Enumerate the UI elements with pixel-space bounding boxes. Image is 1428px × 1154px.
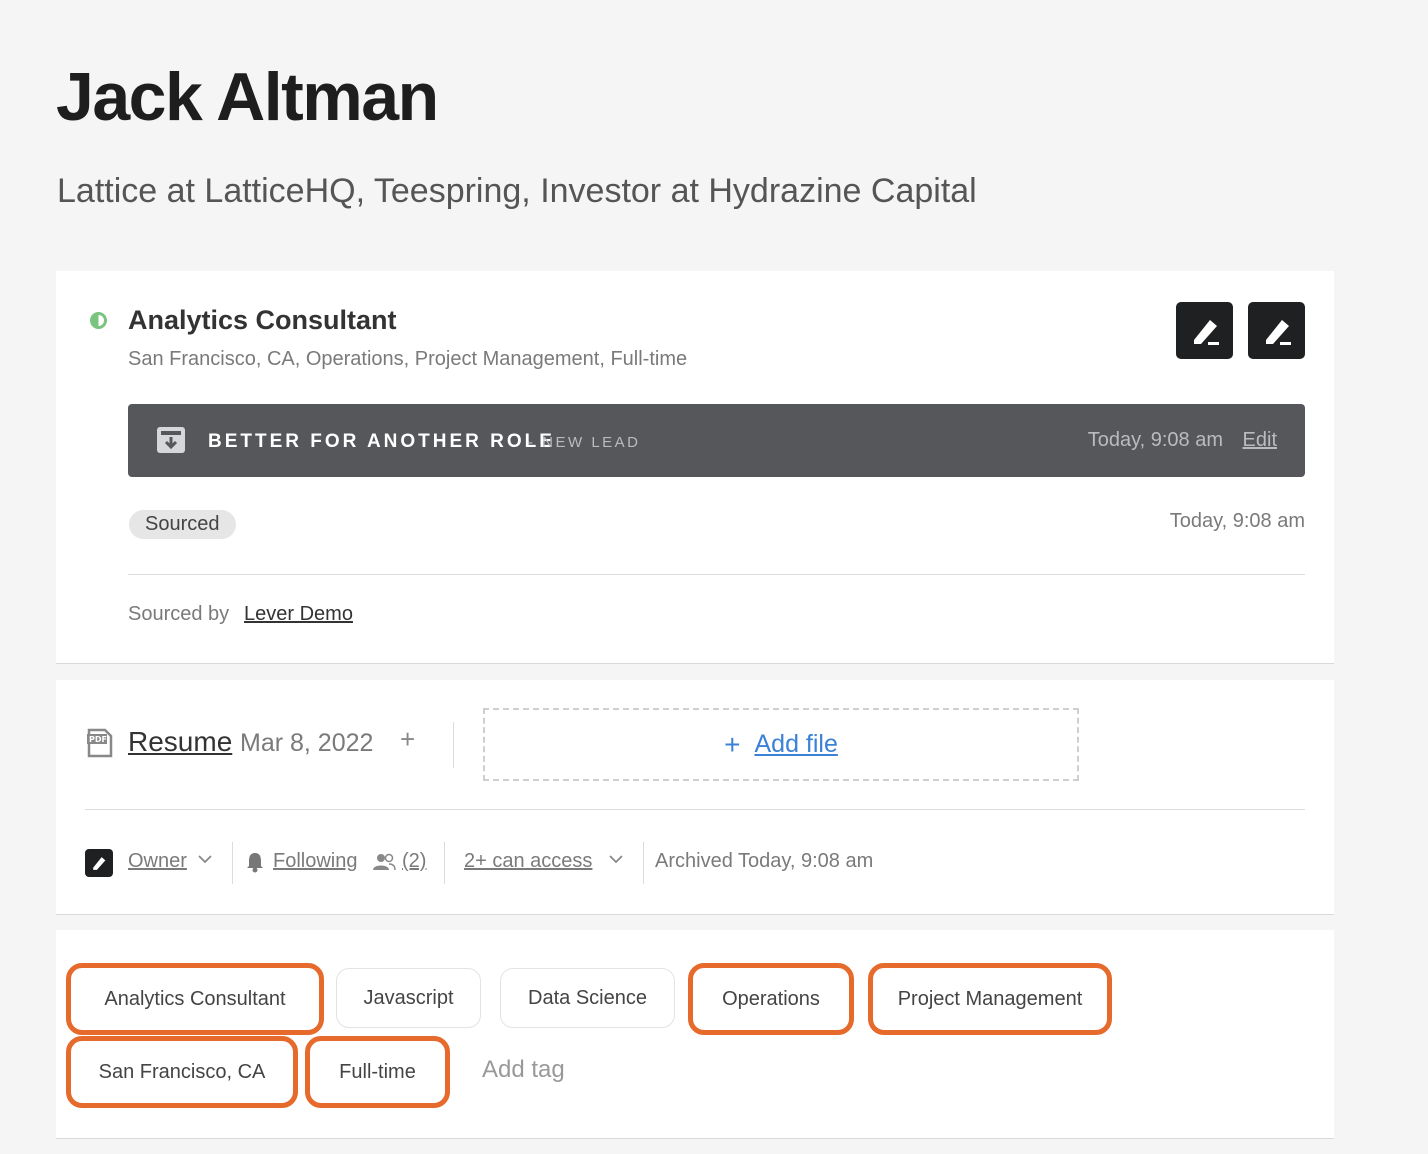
files-card: PDF Resume Mar 8, 2022 + + Add file Owne…: [56, 680, 1334, 915]
archive-edit-link[interactable]: Edit: [1243, 429, 1277, 452]
pdf-icon: PDF: [87, 728, 113, 758]
chevron-down-icon[interactable]: [609, 854, 623, 864]
archive-box-icon: [157, 427, 185, 453]
tags-card: Analytics Consultant Javascript Data Sci…: [56, 930, 1334, 1139]
resume-date: Mar 8, 2022: [240, 729, 374, 757]
opportunity-card: Analytics Consultant San Francisco, CA, …: [56, 271, 1334, 664]
candidate-name: Jack Altman: [56, 59, 439, 135]
candidate-headline: Lattice at LatticeHQ, Teespring, Investo…: [57, 172, 977, 210]
edit-button-2[interactable]: [1248, 302, 1305, 359]
archive-reason: BETTER FOR ANOTHER ROLE: [208, 431, 555, 452]
opportunity-subtitle: San Francisco, CA, Operations, Project M…: [128, 348, 688, 370]
add-tag-input[interactable]: Add tag: [482, 1056, 565, 1084]
owner-avatar: [85, 849, 113, 877]
archive-time: Today, 9:08 am: [1087, 429, 1223, 451]
source-badge: Sourced: [129, 510, 236, 539]
opportunity-title: Analytics Consultant: [128, 305, 397, 335]
access-dropdown[interactable]: 2+ can access: [464, 850, 592, 873]
tag-analytics-consultant[interactable]: Analytics Consultant: [66, 963, 324, 1035]
archive-banner: BETTER FOR ANOTHER ROLE - NEW LEAD Today…: [128, 404, 1305, 477]
sourced-by-link[interactable]: Lever Demo: [244, 603, 353, 626]
tag-data-science[interactable]: Data Science: [500, 968, 675, 1028]
tag-project-management[interactable]: Project Management: [868, 963, 1112, 1035]
pencil-icon: [1193, 319, 1219, 345]
separator: [232, 842, 233, 884]
add-file-dropzone[interactable]: + Add file: [483, 708, 1079, 781]
people-icon: [373, 853, 396, 871]
tag-san-francisco[interactable]: San Francisco, CA: [66, 1036, 298, 1108]
edit-button-1[interactable]: [1176, 302, 1233, 359]
bell-icon: [247, 853, 263, 873]
separator: [453, 722, 454, 768]
sourced-by-label: Sourced by: [128, 603, 230, 625]
pencil-icon: [1265, 319, 1291, 345]
add-resume-button[interactable]: +: [400, 724, 415, 755]
owner-dropdown[interactable]: Owner: [128, 850, 187, 873]
following-toggle[interactable]: Following: [273, 850, 357, 873]
svg-text:PDF: PDF: [89, 735, 107, 744]
separator: [643, 842, 644, 884]
followers-count-link[interactable]: (2): [402, 850, 426, 873]
pencil-icon: [93, 857, 106, 870]
resume-link[interactable]: Resume: [128, 726, 232, 758]
chevron-down-icon[interactable]: [198, 854, 212, 864]
tag-javascript[interactable]: Javascript: [336, 968, 481, 1028]
divider: [128, 574, 1305, 575]
status-icon: [90, 312, 107, 329]
add-file-link[interactable]: Add file: [754, 730, 837, 759]
separator: [444, 842, 445, 884]
archived-status: Archived Today, 9:08 am: [655, 850, 874, 872]
source-time: Today, 9:08 am: [1169, 510, 1305, 532]
divider: [85, 809, 1305, 810]
tag-full-time[interactable]: Full-time: [305, 1036, 450, 1108]
archive-stage: - NEW LEAD: [528, 434, 641, 451]
plus-icon: +: [724, 728, 741, 760]
tag-operations[interactable]: Operations: [688, 963, 854, 1035]
